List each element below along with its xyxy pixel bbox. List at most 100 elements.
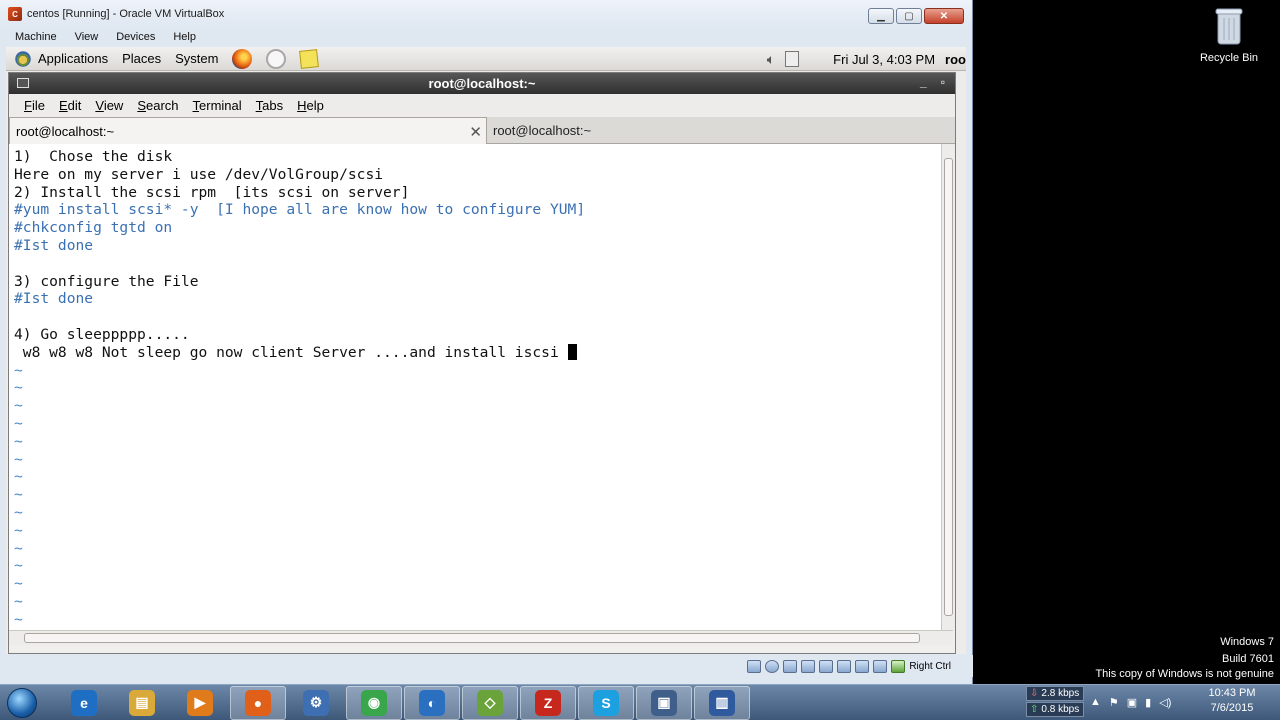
windows-logo-icon — [7, 687, 37, 718]
menu-machine[interactable]: Machine — [15, 31, 57, 43]
virtualbox-status-bar: Right Ctrl — [0, 655, 973, 677]
firefox-icon: ● — [245, 689, 271, 716]
system-menu[interactable]: System — [175, 51, 218, 66]
upload-arrow-icon: ⇧ — [1030, 704, 1039, 715]
tab-1[interactable]: root@localhost:~ ✕ — [9, 117, 487, 144]
empty-line-tilde: ~ — [14, 503, 23, 521]
menu-help[interactable]: Help — [173, 31, 196, 43]
taskbar-app-2[interactable]: ▤ — [114, 686, 170, 720]
vmware-icon: ◇ — [477, 689, 503, 716]
panel-user[interactable]: roo — [945, 52, 966, 67]
tab-2[interactable]: root@localhost:~ — [487, 117, 951, 144]
virtualbox-app-icon: C — [8, 7, 22, 21]
terminal-window-icon — [17, 78, 29, 88]
applications-menu[interactable]: Applications — [14, 49, 108, 68]
action-center-icon[interactable]: ⚑ — [1109, 696, 1119, 709]
terminal-line: 1) Chose the disk — [14, 148, 173, 165]
virtualbox-title-bar[interactable]: C centos [Running] - Oracle VM VirtualBo… — [0, 0, 972, 28]
clock-time: 10:43 PM — [1208, 687, 1256, 699]
minimize-button[interactable]: ▁ — [868, 8, 894, 24]
ie-icon: e — [71, 689, 97, 716]
taskbar-app-10[interactable]: S — [578, 685, 634, 720]
taskbar-app-6[interactable]: ◉ — [346, 685, 402, 720]
display-status-icon[interactable] — [855, 659, 870, 673]
hdd-status-icon[interactable] — [747, 659, 762, 673]
close-button[interactable]: ✕ — [924, 8, 964, 24]
text-cursor — [567, 343, 577, 360]
terminal-line: #yum install scsi* -y [I hope all are kn… — [14, 201, 586, 219]
menu-view[interactable]: View — [75, 31, 99, 43]
terminal-maximize-button[interactable]: ▫ — [941, 75, 945, 89]
recycle-bin[interactable]: Recycle Bin — [1196, 6, 1262, 64]
virtualbox-icon: ▣ — [651, 689, 677, 716]
vertical-scrollbar[interactable] — [941, 144, 955, 630]
terminal-line: 4) Go sleeppppp..... — [14, 325, 190, 343]
terminal-menu-edit[interactable]: Edit — [52, 98, 88, 113]
taskbar-app-3[interactable]: ▶ — [172, 686, 228, 720]
floppy-status-icon[interactable] — [783, 659, 798, 673]
network-icon[interactable] — [785, 51, 800, 67]
virtualbox-title: centos [Running] - Oracle VM VirtualBox — [27, 8, 225, 20]
taskbar-app-8[interactable]: ◇ — [462, 685, 518, 720]
terminal-line: #Ist done — [14, 290, 94, 308]
horizontal-scroll-thumb[interactable] — [24, 633, 920, 643]
vertical-scroll-thumb[interactable] — [944, 158, 953, 616]
taskbar-app-9[interactable]: Z — [520, 685, 576, 720]
terminal-menu-help[interactable]: Help — [290, 98, 331, 113]
taskbar-app-5[interactable]: ⚙ — [288, 686, 344, 720]
virtualbox-menu-bar: Machine View Devices Help — [0, 28, 972, 46]
taskbar-app-11[interactable]: ▣ — [636, 685, 692, 720]
speaker-icon[interactable]: ◁) — [1159, 696, 1171, 709]
terminal-title: root@localhost:~ — [428, 76, 536, 91]
terminal-menu-tabs[interactable]: Tabs — [249, 98, 290, 113]
menu-devices[interactable]: Devices — [116, 31, 155, 43]
terminal-menu-bar: File Edit View Search Terminal Tabs Help — [9, 94, 955, 117]
mail-launcher[interactable] — [266, 48, 287, 69]
notes-launcher[interactable] — [299, 48, 320, 69]
guest-screen[interactable]: Applications Places System 🔈︎ Fri Jul 3,… — [6, 47, 966, 654]
power-icon[interactable]: ▮ — [1145, 696, 1151, 709]
network-status-icon[interactable] — [801, 659, 816, 673]
usb-status-icon[interactable] — [819, 659, 834, 673]
terminal-minimize-button[interactable]: _ — [920, 75, 927, 89]
mouse-integration-icon[interactable] — [873, 659, 888, 673]
taskbar-app-1[interactable]: e — [56, 686, 112, 720]
terminal-title-bar[interactable]: root@localhost:~ _ ▫ — [9, 73, 955, 94]
empty-line-tilde: ~ — [14, 450, 23, 468]
recycle-bin-icon — [1214, 6, 1244, 46]
terminal-text: 1) Chose the disk Here on my server i use… — [14, 148, 585, 646]
terminal-line: Here on my server i use /dev/VolGroup/sc… — [14, 165, 384, 183]
empty-line-tilde: ~ — [14, 414, 23, 432]
windows-taskbar: e ▤ ▶ ● ⚙ ◉ ◐ ◇ Z S ▣ ▥ — [0, 684, 1280, 720]
cd-status-icon[interactable] — [765, 659, 780, 673]
taskbar-app-4[interactable]: ● — [230, 685, 286, 720]
show-hidden-icons-icon[interactable]: ▲ — [1090, 696, 1101, 708]
empty-line-tilde: ~ — [14, 397, 23, 415]
video-editor-icon: ▥ — [709, 689, 735, 716]
tray-app-icon[interactable]: ▣ — [1127, 696, 1137, 709]
terminal-menu-search[interactable]: Search — [130, 98, 185, 113]
tab-close-icon[interactable]: ✕ — [469, 123, 482, 141]
horizontal-scrollbar[interactable] — [9, 630, 953, 645]
terminal-menu-view[interactable]: View — [88, 98, 130, 113]
empty-line-tilde: ~ — [14, 592, 23, 610]
start-button[interactable] — [0, 685, 44, 720]
maximize-button[interactable]: ▢ — [896, 8, 922, 24]
empty-line-tilde: ~ — [14, 539, 23, 557]
terminal-body[interactable]: 1) Chose the disk Here on my server i use… — [9, 144, 953, 646]
places-menu[interactable]: Places — [122, 51, 161, 66]
panel-datetime[interactable]: Fri Jul 3, 4:03 PM — [833, 52, 935, 67]
empty-line-tilde: ~ — [14, 575, 23, 593]
volume-icon[interactable]: 🔈︎ — [767, 51, 775, 68]
shared-folders-status-icon[interactable] — [837, 659, 852, 673]
terminal-menu-file[interactable]: File — [17, 98, 52, 113]
taskbar-app-12[interactable]: ▥ — [694, 685, 750, 720]
terminal-menu-terminal[interactable]: Terminal — [186, 98, 249, 113]
network-meter: ⇩ 2.8 kbps ⇧ 0.8 kbps — [1026, 686, 1084, 718]
taskbar-clock[interactable]: 10:43 PM 7/6/2015 — [1196, 686, 1268, 716]
filezilla-icon: Z — [535, 689, 561, 716]
network-tool-icon: ⚙ — [303, 689, 329, 716]
firefox-launcher[interactable] — [232, 48, 253, 69]
taskbar-app-7[interactable]: ◐ — [404, 685, 460, 720]
